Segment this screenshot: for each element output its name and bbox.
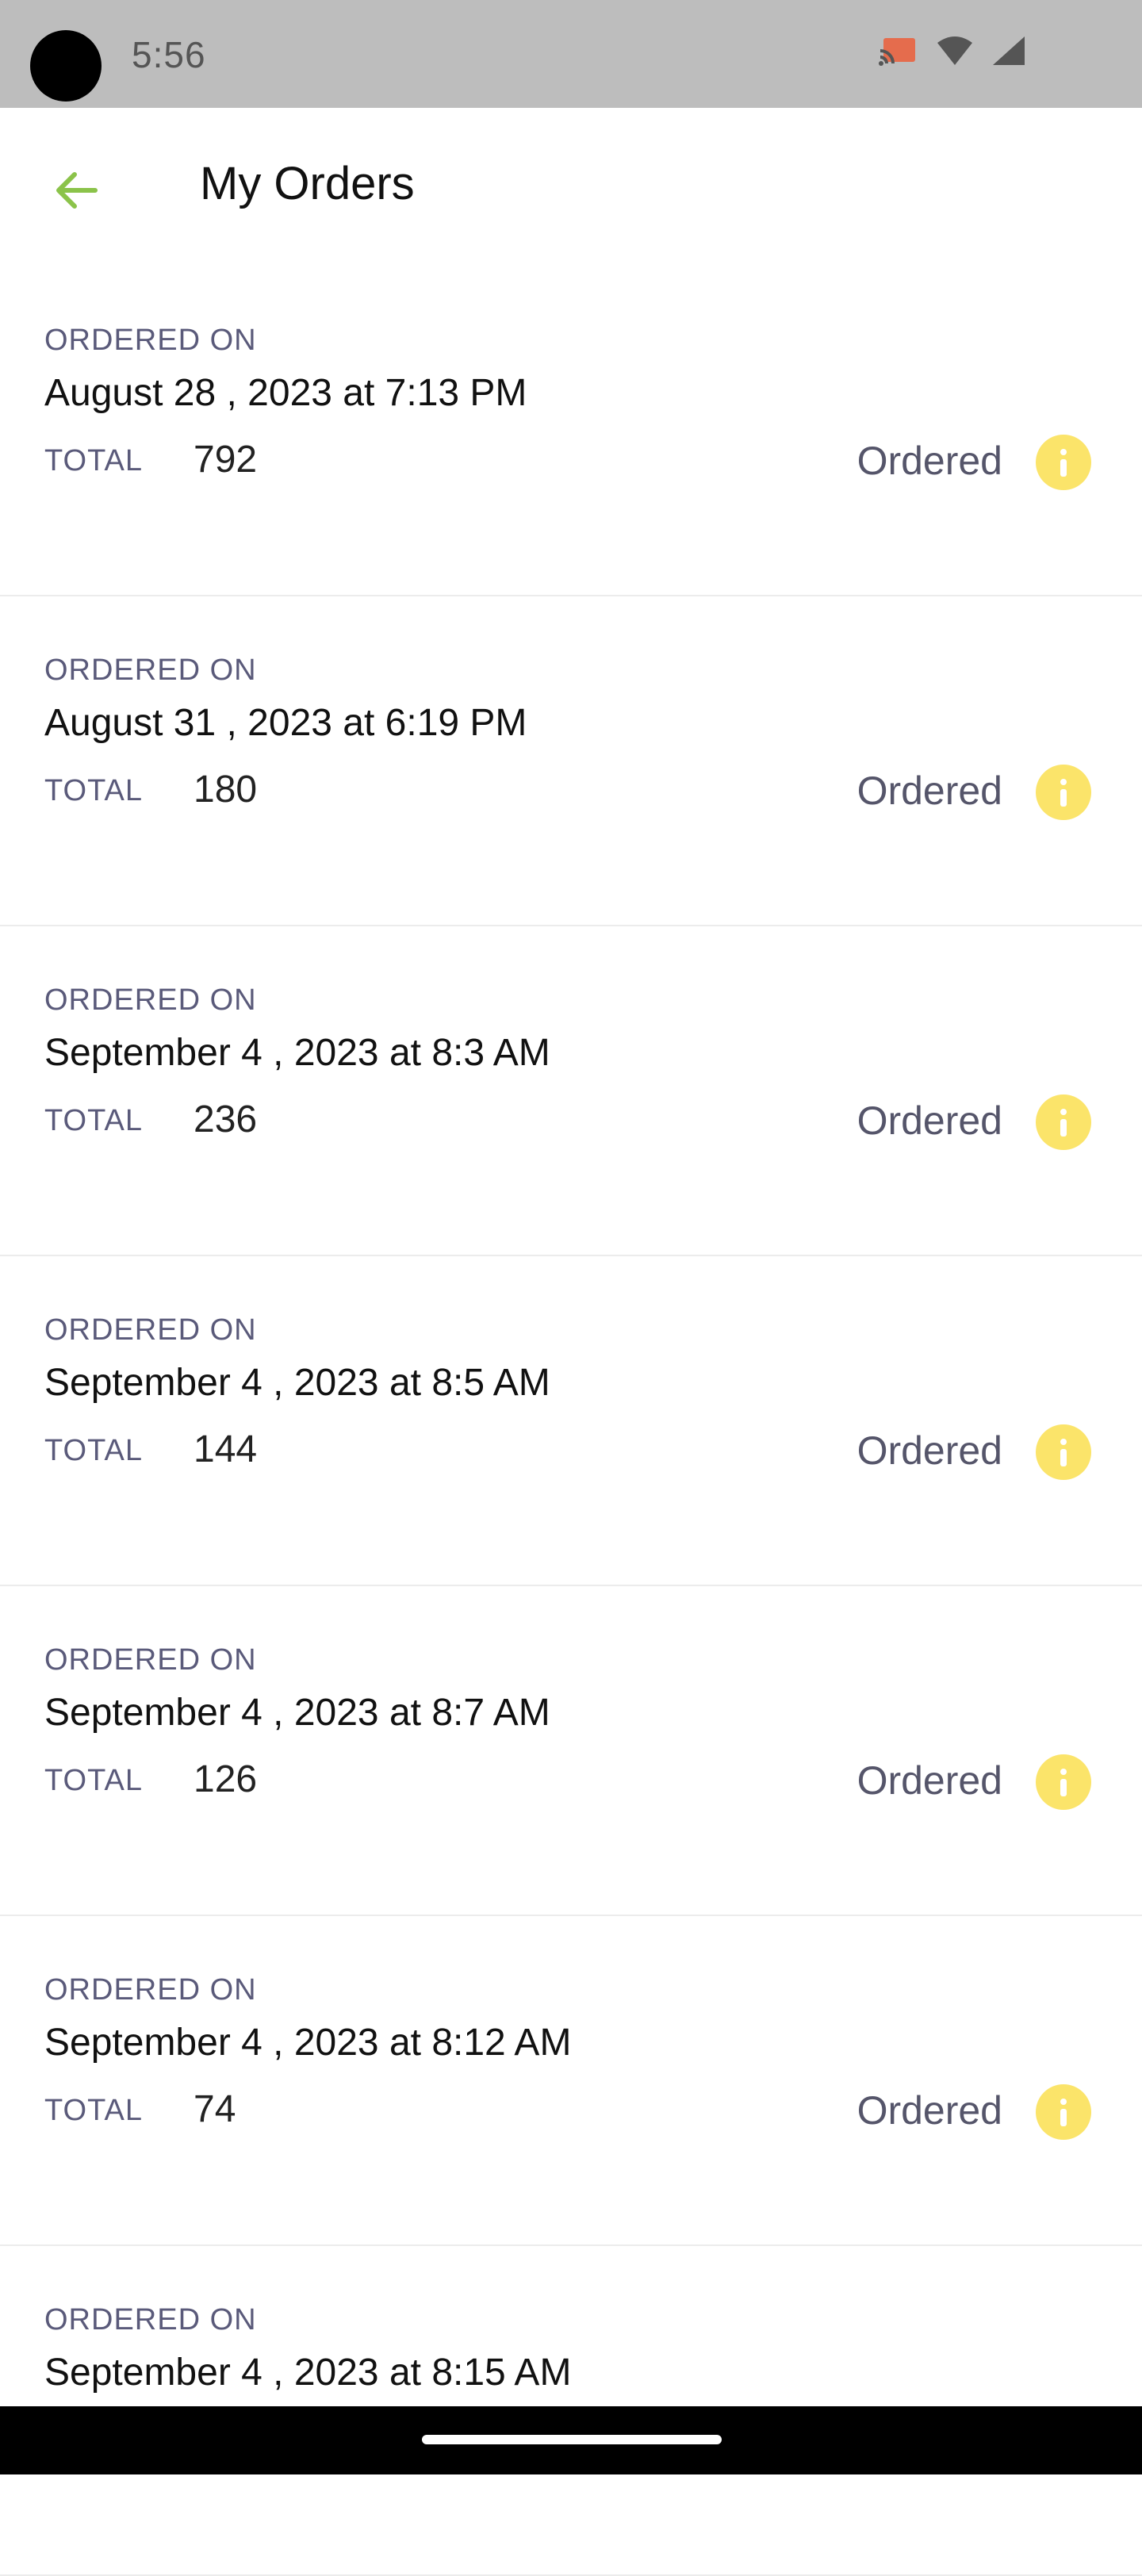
total-label: TOTAL: [44, 2094, 143, 2127]
ordered-on-label: ORDERED ON: [44, 1973, 257, 2007]
order-date: September 4 , 2023 at 8:3 AM: [44, 1032, 550, 1074]
home-gesture-handle[interactable]: [422, 2435, 722, 2444]
ordered-on-label: ORDERED ON: [44, 324, 257, 357]
total-label: TOTAL: [44, 1434, 143, 1467]
order-status: Ordered: [856, 769, 1002, 813]
info-icon[interactable]: [1036, 1754, 1091, 1810]
total-value: 126: [194, 1758, 258, 1800]
total-value: 236: [194, 1098, 258, 1140]
orders-list: ORDERED ON August 28 , 2023 at 7:13 PM T…: [0, 266, 1142, 2576]
order-date: September 4 , 2023 at 8:15 AM: [44, 2352, 572, 2394]
status-icons: [879, 35, 1026, 67]
wifi-icon: [936, 35, 974, 67]
total-label: TOTAL: [44, 774, 143, 807]
order-card[interactable]: ORDERED ON August 31 , 2023 at 6:19 PM T…: [0, 596, 1142, 926]
page-title: My Orders: [200, 158, 415, 209]
order-date: August 28 , 2023 at 7:13 PM: [44, 372, 527, 414]
order-card[interactable]: ORDERED ON September 4 , 2023 at 8:7 AM …: [0, 1586, 1142, 1916]
order-card[interactable]: ORDERED ON September 4 , 2023 at 8:12 AM…: [0, 1916, 1142, 2246]
status-bar: 5:56: [0, 0, 1142, 108]
ordered-on-label: ORDERED ON: [44, 1313, 257, 1347]
ordered-on-label: ORDERED ON: [44, 2303, 257, 2336]
order-status: Ordered: [856, 1098, 1002, 1143]
camera-cutout: [30, 30, 102, 102]
total-value: 180: [194, 769, 258, 811]
status-time: 5:56: [132, 34, 206, 75]
info-icon[interactable]: [1036, 1094, 1091, 1150]
total-label: TOTAL: [44, 1104, 143, 1137]
order-status: Ordered: [856, 1428, 1002, 1473]
order-date: September 4 , 2023 at 8:5 AM: [44, 1362, 550, 1404]
back-button[interactable]: [38, 154, 114, 230]
total-label: TOTAL: [44, 1764, 143, 1797]
navigation-bar: [0, 2406, 1142, 2474]
order-status: Ordered: [856, 1758, 1002, 1803]
order-card[interactable]: ORDERED ON August 28 , 2023 at 7:13 PM T…: [0, 266, 1142, 596]
order-date: September 4 , 2023 at 8:7 AM: [44, 1692, 550, 1734]
info-icon[interactable]: [1036, 435, 1091, 490]
total-label: TOTAL: [44, 444, 143, 477]
cast-icon: [879, 35, 918, 67]
order-status: Ordered: [856, 2088, 1002, 2133]
app-bar: My Orders: [0, 108, 1142, 266]
order-card[interactable]: ORDERED ON September 4 , 2023 at 8:3 AM …: [0, 926, 1142, 1256]
order-date: August 31 , 2023 at 6:19 PM: [44, 702, 527, 744]
info-icon[interactable]: [1036, 765, 1091, 820]
signal-icon: [991, 35, 1026, 67]
ordered-on-label: ORDERED ON: [44, 983, 257, 1017]
info-icon[interactable]: [1036, 2084, 1091, 2140]
arrow-left-icon: [51, 165, 102, 220]
info-icon[interactable]: [1036, 1424, 1091, 1480]
ordered-on-label: ORDERED ON: [44, 1643, 257, 1677]
order-status: Ordered: [856, 439, 1002, 483]
order-card[interactable]: ORDERED ON September 4 , 2023 at 8:5 AM …: [0, 1256, 1142, 1586]
total-value: 144: [194, 1428, 258, 1470]
total-value: 74: [194, 2088, 236, 2130]
total-value: 792: [194, 439, 258, 481]
ordered-on-label: ORDERED ON: [44, 654, 257, 687]
order-date: September 4 , 2023 at 8:12 AM: [44, 2022, 572, 2064]
